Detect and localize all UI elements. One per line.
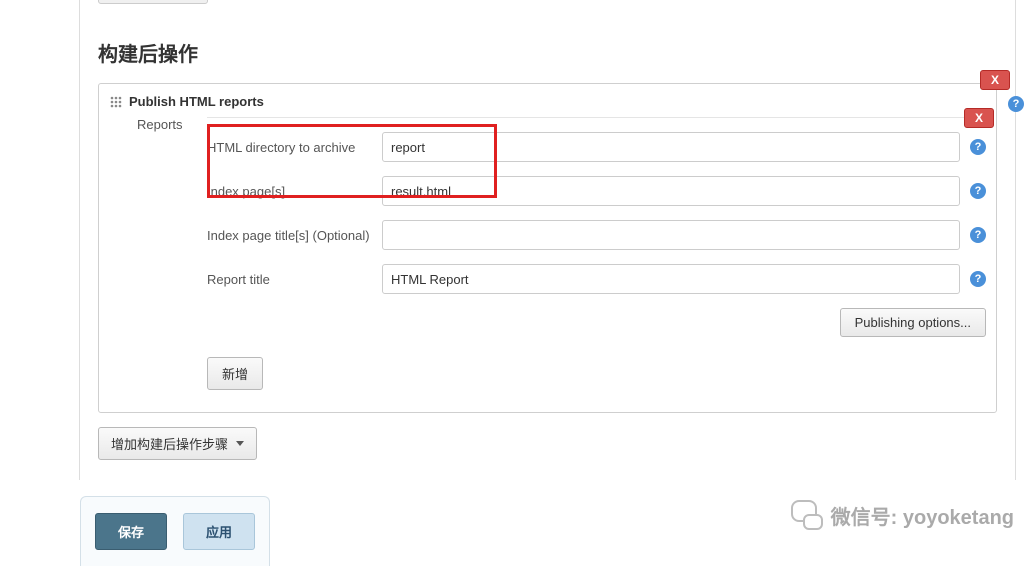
left-gutter [0, 0, 80, 480]
main-content: 构建后操作 X ? Publish HTML reports Reports X… [80, 0, 1016, 480]
row-index-pages: Index page[s] ? [207, 176, 986, 206]
label-html-directory: HTML directory to archive [207, 140, 382, 155]
help-icon[interactable]: ? [970, 271, 986, 287]
panel-title: Publish HTML reports [129, 94, 264, 109]
input-html-directory[interactable] [382, 132, 960, 162]
chevron-down-icon [236, 441, 244, 446]
row-html-directory: HTML directory to archive ? [207, 132, 986, 162]
publishing-options-row: Publishing options... [207, 308, 986, 337]
publish-html-reports-panel: X ? Publish HTML reports Reports X HTML … [98, 83, 997, 413]
label-index-pages: Index page[s] [207, 184, 382, 199]
wechat-icon [789, 500, 823, 530]
add-post-build-step-label: 增加构建后操作步骤 [111, 434, 228, 453]
watermark: 微信号: yoyoketang [789, 500, 1014, 530]
help-icon[interactable]: ? [970, 139, 986, 155]
drag-handle-icon[interactable] [109, 95, 123, 109]
section-title: 构建后操作 [98, 38, 997, 67]
help-icon[interactable]: ? [970, 183, 986, 199]
input-index-page-titles[interactable] [382, 220, 960, 250]
reports-body: X HTML directory to archive ? Index page… [207, 117, 986, 402]
help-icon[interactable]: ? [970, 227, 986, 243]
reports-area: Reports X HTML directory to archive ? In… [99, 117, 996, 412]
panel-header: Publish HTML reports [99, 84, 996, 117]
row-index-page-titles: Index page title[s] (Optional) ? [207, 220, 986, 250]
watermark-text: 微信号: yoyoketang [831, 501, 1014, 530]
publishing-options-button[interactable]: Publishing options... [840, 308, 986, 337]
add-post-build-step-button[interactable]: 增加构建后操作步骤 [98, 427, 257, 460]
label-report-title: Report title [207, 272, 382, 287]
reports-label: Reports [137, 117, 207, 402]
label-index-page-titles: Index page title[s] (Optional) [207, 228, 382, 243]
apply-button[interactable]: 应用 [183, 513, 255, 550]
input-index-pages[interactable] [382, 176, 960, 206]
add-report-button[interactable]: 新增 [207, 357, 263, 390]
help-icon[interactable]: ? [1008, 96, 1024, 112]
delete-report-button[interactable]: X [964, 108, 994, 128]
bottom-action-bar: 保存 应用 [80, 496, 270, 566]
row-report-title: Report title ? [207, 264, 986, 294]
input-report-title[interactable] [382, 264, 960, 294]
save-button[interactable]: 保存 [95, 513, 167, 550]
